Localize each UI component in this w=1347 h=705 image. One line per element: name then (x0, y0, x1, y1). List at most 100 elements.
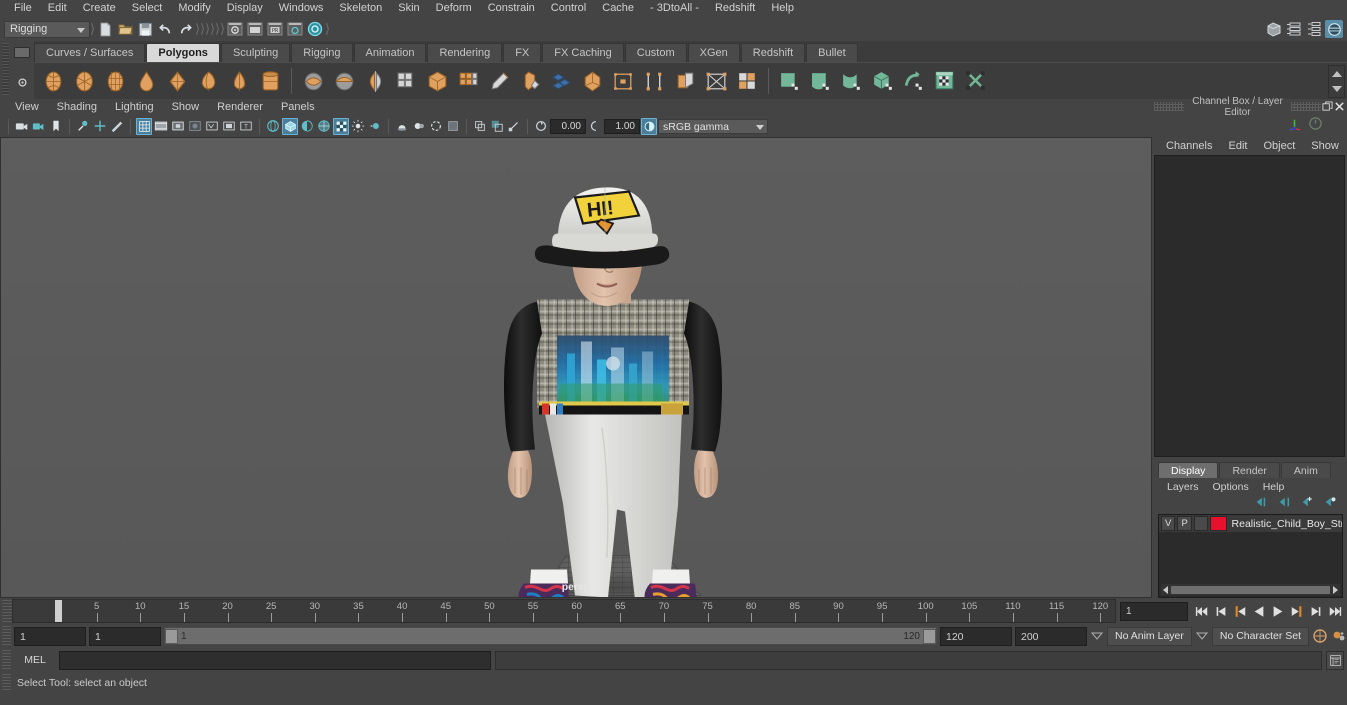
poly-cylinder-icon[interactable] (101, 67, 129, 96)
smooth-shade-all-icon[interactable] (282, 117, 298, 135)
command-language-label[interactable]: MEL (15, 654, 55, 666)
layer-color-swatch[interactable] (1210, 516, 1227, 531)
film-gate-icon[interactable] (153, 118, 169, 135)
outliner-icon[interactable] (1305, 20, 1323, 38)
command-input-field[interactable] (59, 650, 491, 670)
shelf-tab-sculpting[interactable]: Sculpting (220, 43, 291, 62)
smooth-icon[interactable] (330, 67, 358, 96)
xray-joints-icon[interactable] (489, 118, 505, 135)
make-live-icon[interactable] (305, 19, 325, 39)
wireframe-icon[interactable] (265, 118, 281, 135)
table-row[interactable]: V P Realistic_Child_Boy_Stree (1159, 515, 1342, 532)
bevel-icon[interactable] (516, 67, 544, 96)
layer-playback-toggle[interactable]: P (1177, 516, 1192, 531)
manipulator-axis-icon[interactable] (1287, 116, 1302, 134)
poly-sphere-icon[interactable] (39, 67, 67, 96)
poly-plane-icon[interactable] (163, 67, 191, 96)
menu-skeleton[interactable]: Skeleton (331, 0, 390, 17)
uv-cut-sew-icon[interactable] (962, 67, 990, 96)
multisample-icon[interactable] (445, 118, 461, 135)
layer-name-label[interactable]: Realistic_Child_Boy_Stree (1232, 518, 1342, 530)
step-forward-keyframe-icon[interactable] (1308, 602, 1324, 620)
new-scene-icon[interactable] (95, 19, 115, 39)
step-back-frame-icon[interactable] (1232, 602, 1248, 620)
range-right-handle[interactable] (923, 628, 936, 644)
merge-vertex-icon[interactable] (702, 67, 730, 96)
poly-cube-icon[interactable] (70, 67, 98, 96)
poly-pipe-icon[interactable] (256, 67, 284, 96)
layer-visibility-toggle[interactable]: V (1161, 516, 1176, 531)
layer-list-horizontal-scrollbar[interactable] (1161, 584, 1340, 595)
color-management-combo[interactable]: sRGB gamma (658, 118, 768, 134)
shaded-wireframe-icon[interactable] (316, 118, 332, 135)
gamma-value-field[interactable]: 1.00 (604, 118, 640, 134)
select-camera-icon[interactable] (14, 118, 30, 135)
menu-display[interactable]: Display (219, 0, 271, 17)
snap-to-point-icon[interactable]: PR (265, 19, 285, 39)
go-to-end-icon[interactable] (1327, 602, 1343, 620)
time-slider[interactable]: 5 10 15 20 25 30 35 40 45 50 55 60 65 70 75 80 85 90 95 100… (12, 599, 1116, 623)
new-layer-icon[interactable] (1300, 496, 1314, 511)
menu-cache[interactable]: Cache (594, 0, 642, 17)
command-line-grip[interactable] (2, 650, 11, 670)
shelf-tab-xgen[interactable]: XGen (687, 43, 740, 62)
menu-create[interactable]: Create (75, 0, 124, 17)
exposure-value-field[interactable]: 0.00 (550, 118, 586, 134)
menu-set-selector[interactable]: Rigging (4, 20, 90, 38)
uv-unfold-icon[interactable] (900, 67, 928, 96)
layer-menu-options[interactable]: Options (1206, 481, 1256, 493)
snap-to-view-plane-icon[interactable] (285, 19, 305, 39)
shelf-tab-bullet[interactable]: Bullet (806, 43, 858, 62)
viewport-menu-show[interactable]: Show (163, 99, 209, 115)
viewport-menu-view[interactable]: View (6, 99, 48, 115)
toolbar-divider-8[interactable]: ⟩ (325, 20, 330, 38)
menu-edit[interactable]: Edit (40, 0, 75, 17)
gate-mask-icon[interactable] (187, 118, 203, 135)
persp-viewport[interactable]: HI! persp (0, 137, 1152, 598)
move-layer-up-icon[interactable] (1254, 496, 1268, 511)
panel-drag-dots-right[interactable] (1291, 102, 1321, 111)
uv-spherical-icon[interactable] (838, 67, 866, 96)
shelf-tab-polygons[interactable]: Polygons (146, 43, 220, 62)
scroll-right-icon[interactable] (1333, 585, 1338, 594)
safe-action-icon[interactable] (221, 118, 237, 135)
safe-title-icon[interactable]: T (238, 118, 254, 135)
multi-cut-icon[interactable] (454, 67, 482, 96)
script-editor-icon[interactable] (1326, 650, 1344, 670)
channel-box-menu-show[interactable]: Show (1303, 140, 1347, 152)
range-start-field[interactable]: 1 (89, 626, 161, 646)
camera-attributes-icon[interactable] (109, 118, 125, 135)
use-all-lights-icon[interactable] (367, 118, 383, 135)
step-back-keyframe-icon[interactable] (1213, 602, 1229, 620)
undock-panel-icon[interactable] (1321, 101, 1333, 112)
quad-draw-icon[interactable] (733, 67, 761, 96)
channel-box-content[interactable] (1154, 155, 1345, 457)
shelf-tab-custom[interactable]: Custom (624, 43, 687, 62)
exposure-reset-icon[interactable] (533, 118, 549, 135)
color-management-toggle-icon[interactable] (641, 117, 657, 135)
shade-x-ray-icon[interactable] (299, 118, 315, 135)
viewport-menu-shading[interactable]: Shading (48, 99, 106, 115)
shelf-tab-menu-button[interactable] (14, 47, 30, 58)
target-weld-icon[interactable] (609, 67, 637, 96)
menu-constrain[interactable]: Constrain (480, 0, 543, 17)
menu-select[interactable]: Select (124, 0, 171, 17)
menu-skin[interactable]: Skin (390, 0, 427, 17)
gear-icon[interactable] (16, 76, 29, 89)
menu-modify[interactable]: Modify (170, 0, 218, 17)
scrollbar-thumb[interactable] (1171, 585, 1330, 594)
render-settings-icon[interactable] (1285, 20, 1303, 38)
poly-torus-icon[interactable] (194, 67, 222, 96)
animation-end-field[interactable]: 200 (1015, 626, 1087, 646)
mirror-geometry-icon[interactable] (361, 67, 389, 96)
menu-redshift[interactable]: Redshift (707, 0, 763, 17)
layer-state-toggle[interactable] (1193, 516, 1209, 531)
layer-menu-help[interactable]: Help (1256, 481, 1292, 493)
range-left-handle[interactable] (165, 628, 178, 644)
undo-icon[interactable] (155, 19, 175, 39)
image-plane-icon[interactable] (48, 118, 64, 135)
shelf-tab-animation[interactable]: Animation (353, 43, 427, 62)
anim-layer-selector[interactable]: No Anim Layer (1107, 626, 1192, 646)
uv-cylindrical-icon[interactable] (807, 67, 835, 96)
animation-start-field[interactable]: 1 (14, 626, 86, 646)
